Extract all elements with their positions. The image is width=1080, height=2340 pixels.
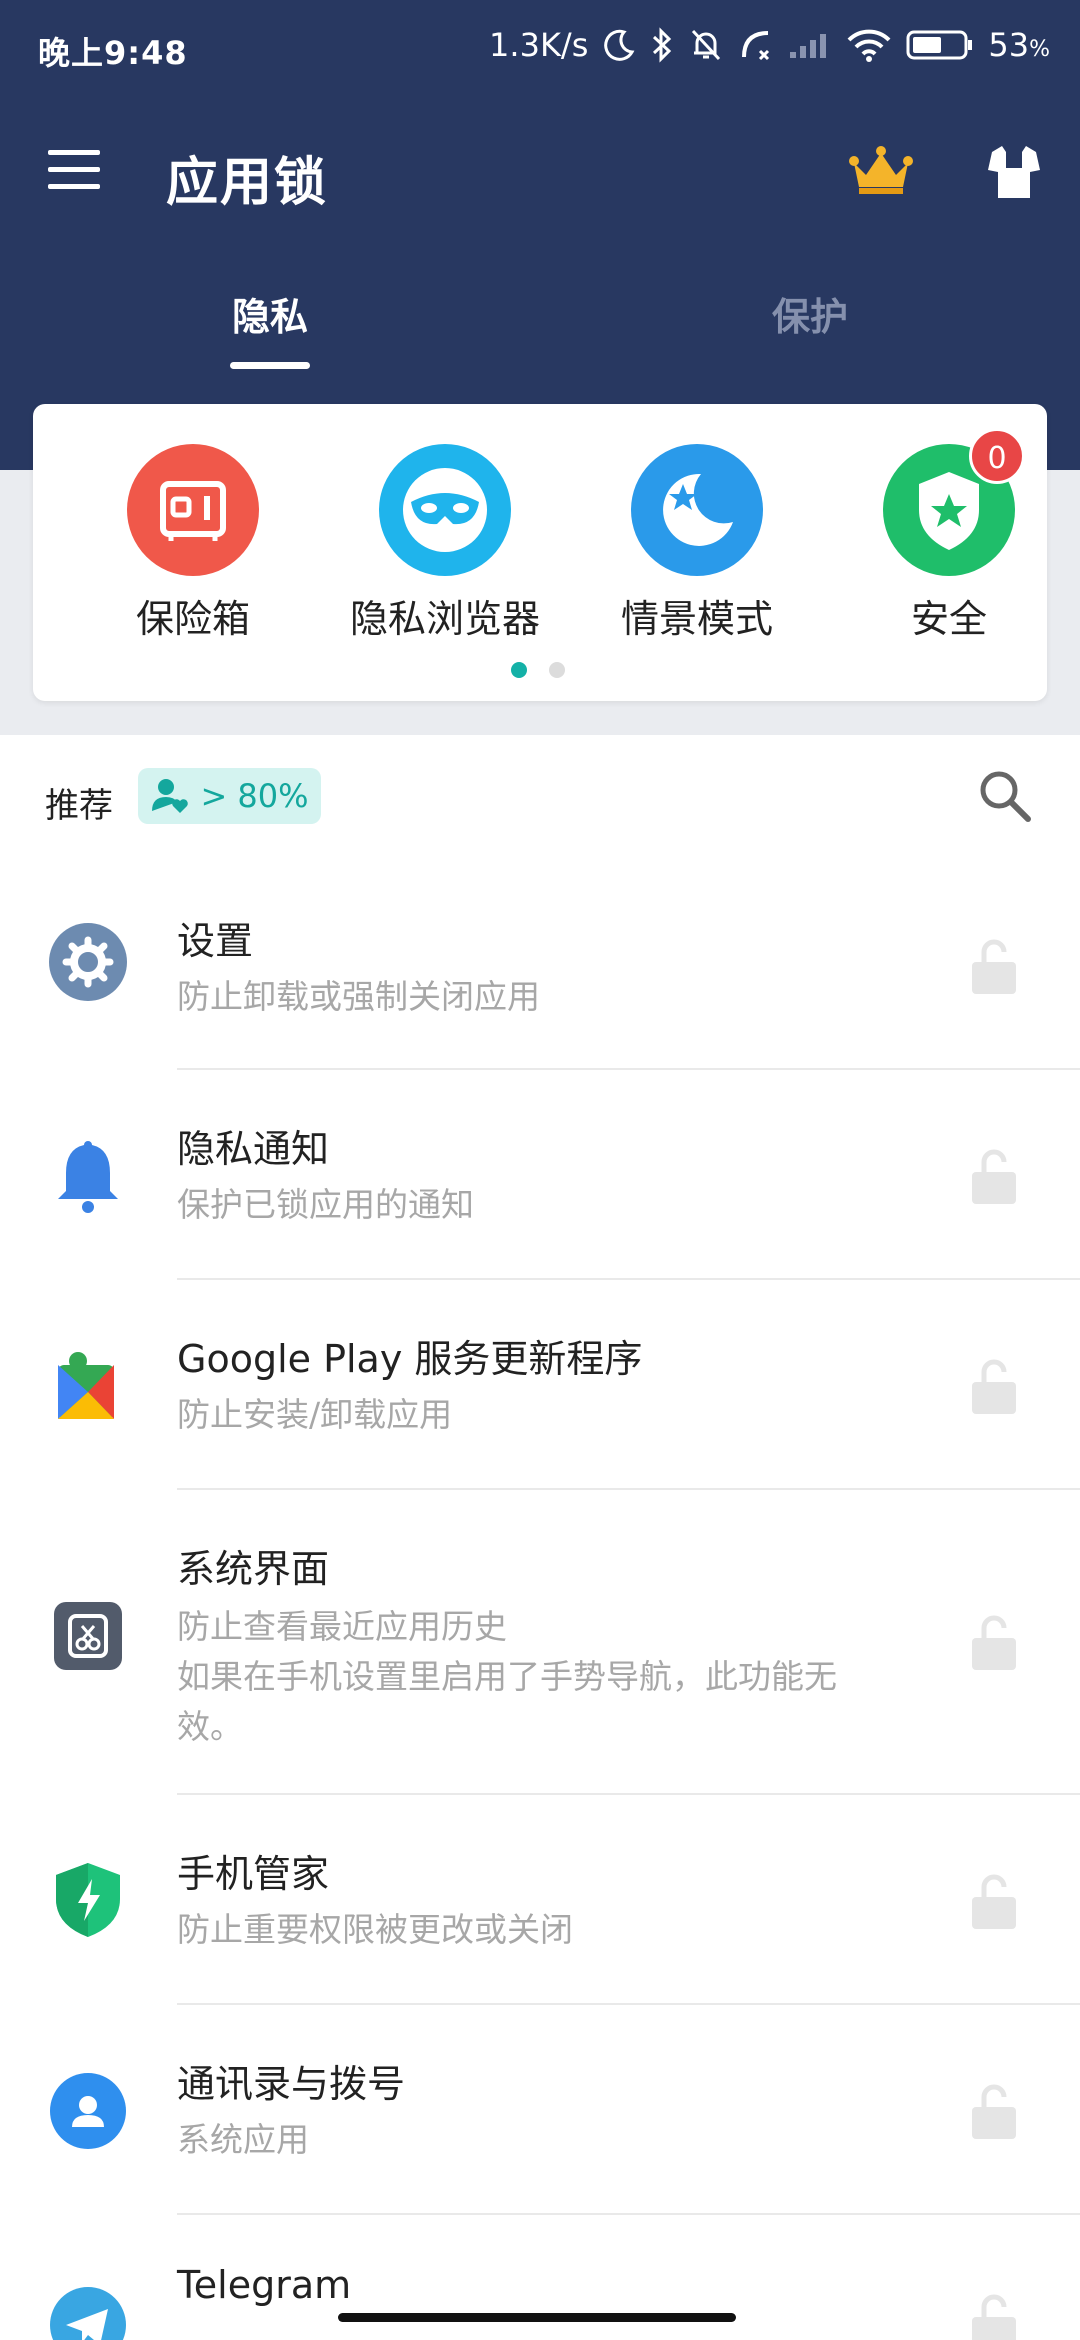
app-title: 系统界面 [177,1547,330,1591]
app-title: 通讯录与拨号 [177,2062,406,2106]
app-subtitle-note: 效。 [177,1707,243,1746]
theme-shirt-icon[interactable] [984,142,1044,202]
contacts-icon [50,2073,126,2149]
app-subtitle-note: 如果在手机设置里启用了手势导航，此功能无 [177,1657,837,1696]
telegram-icon [50,2287,126,2340]
home-indicator[interactable] [338,2313,736,2322]
system-ui-icon [54,1602,122,1670]
tab-indicator [230,362,310,369]
app-title: 设置 [177,919,254,963]
list-item[interactable]: 隐私通知 保护已锁应用的通知 [0,1070,1080,1280]
mute-bell-icon [692,29,721,61]
security-shield-icon [56,1863,120,1937]
moon-star-icon [631,444,763,576]
recommend-label: 推荐 [45,786,113,826]
unlock-icon[interactable] [970,1356,1018,1416]
bluetooth-icon [653,27,672,63]
list-item[interactable]: 通讯录与拨号 系统应用 [0,2005,1080,2215]
battery-icon [906,30,973,60]
battery-percent: 53% [988,26,1050,64]
feature-safe[interactable]: 保险箱 [73,444,313,643]
moon-icon [604,29,635,61]
notification-badge: 0 [969,428,1025,484]
unlock-icon[interactable] [970,936,1018,996]
app-subtitle: 防止安装/卸载应用 [177,1395,453,1434]
settings-gear-icon [49,923,127,1001]
app-subtitle: 防止卸载或强制关闭应用 [177,977,540,1016]
feature-card: 保险箱 隐私浏览器 情景模式 0 安全 [33,404,1047,701]
recommend-badge-text: > 80% [200,777,309,815]
app-title: Telegram [177,2263,352,2307]
status-time: 晚上9:48 [38,34,188,72]
app-title: Google Play 服务更新程序 [177,1337,643,1381]
list-item[interactable]: Google Play 服务更新程序 防止安装/卸载应用 [0,1280,1080,1490]
app-subtitle: 防止查看最近应用历史 [177,1607,507,1646]
app-title: 隐私通知 [177,1127,330,1171]
unlock-icon[interactable] [970,1146,1018,1206]
unlock-icon[interactable] [970,2081,1018,2141]
google-play-puzzle-icon [58,1352,114,1419]
mask-icon [379,444,511,576]
app-subtitle: 防止重要权限被更改或关闭 [177,1910,573,1949]
shield-star-icon: 0 [883,428,1025,576]
feature-label: 隐私浏览器 [349,597,540,641]
feature-label: 保险箱 [135,597,250,641]
list-item[interactable]: 手机管家 防止重要权限被更改或关闭 [0,1795,1080,2005]
wifi-icon [847,29,891,62]
feature-security[interactable]: 0 安全 [829,428,1069,643]
recommend-badge: > 80% [138,768,321,824]
carousel-dot-active [511,662,527,678]
status-bar: 晚上9:48 1.3K/s 53% [0,0,1080,100]
safe-icon [127,444,259,576]
unlock-icon[interactable] [970,1612,1018,1672]
user-heart-icon [152,779,189,813]
network-speed: 1.3K/s [489,26,589,64]
page-title: 应用锁 [166,153,329,213]
app-title: 手机管家 [177,1852,330,1896]
feature-private-browser[interactable]: 隐私浏览器 [325,444,565,643]
vip-crown-icon[interactable] [848,145,914,197]
tab-privacy[interactable]: 隐私 [232,286,308,341]
search-icon[interactable] [974,765,1034,825]
carousel-dots [511,662,565,678]
feature-label: 安全 [910,597,987,641]
tab-protect[interactable]: 保护 [772,286,848,341]
call-forward-icon [742,31,770,61]
bell-icon [58,1141,118,1213]
app-subtitle: 系统应用 [177,2120,309,2159]
menu-icon[interactable] [48,150,104,192]
signal-icon [790,34,827,58]
feature-scene-mode[interactable]: 情景模式 [577,444,817,643]
list-item[interactable]: 设置 防止卸载或强制关闭应用 [0,880,1080,1070]
list-item[interactable]: 系统界面 防止查看最近应用历史 如果在手机设置里启用了手势导航，此功能无 效。 [0,1490,1080,1795]
unlock-icon[interactable] [970,1871,1018,1931]
app-subtitle: 保护已锁应用的通知 [177,1185,474,1224]
carousel-dot [549,662,565,678]
feature-label: 情景模式 [620,597,773,641]
unlock-icon[interactable] [970,2291,1018,2340]
